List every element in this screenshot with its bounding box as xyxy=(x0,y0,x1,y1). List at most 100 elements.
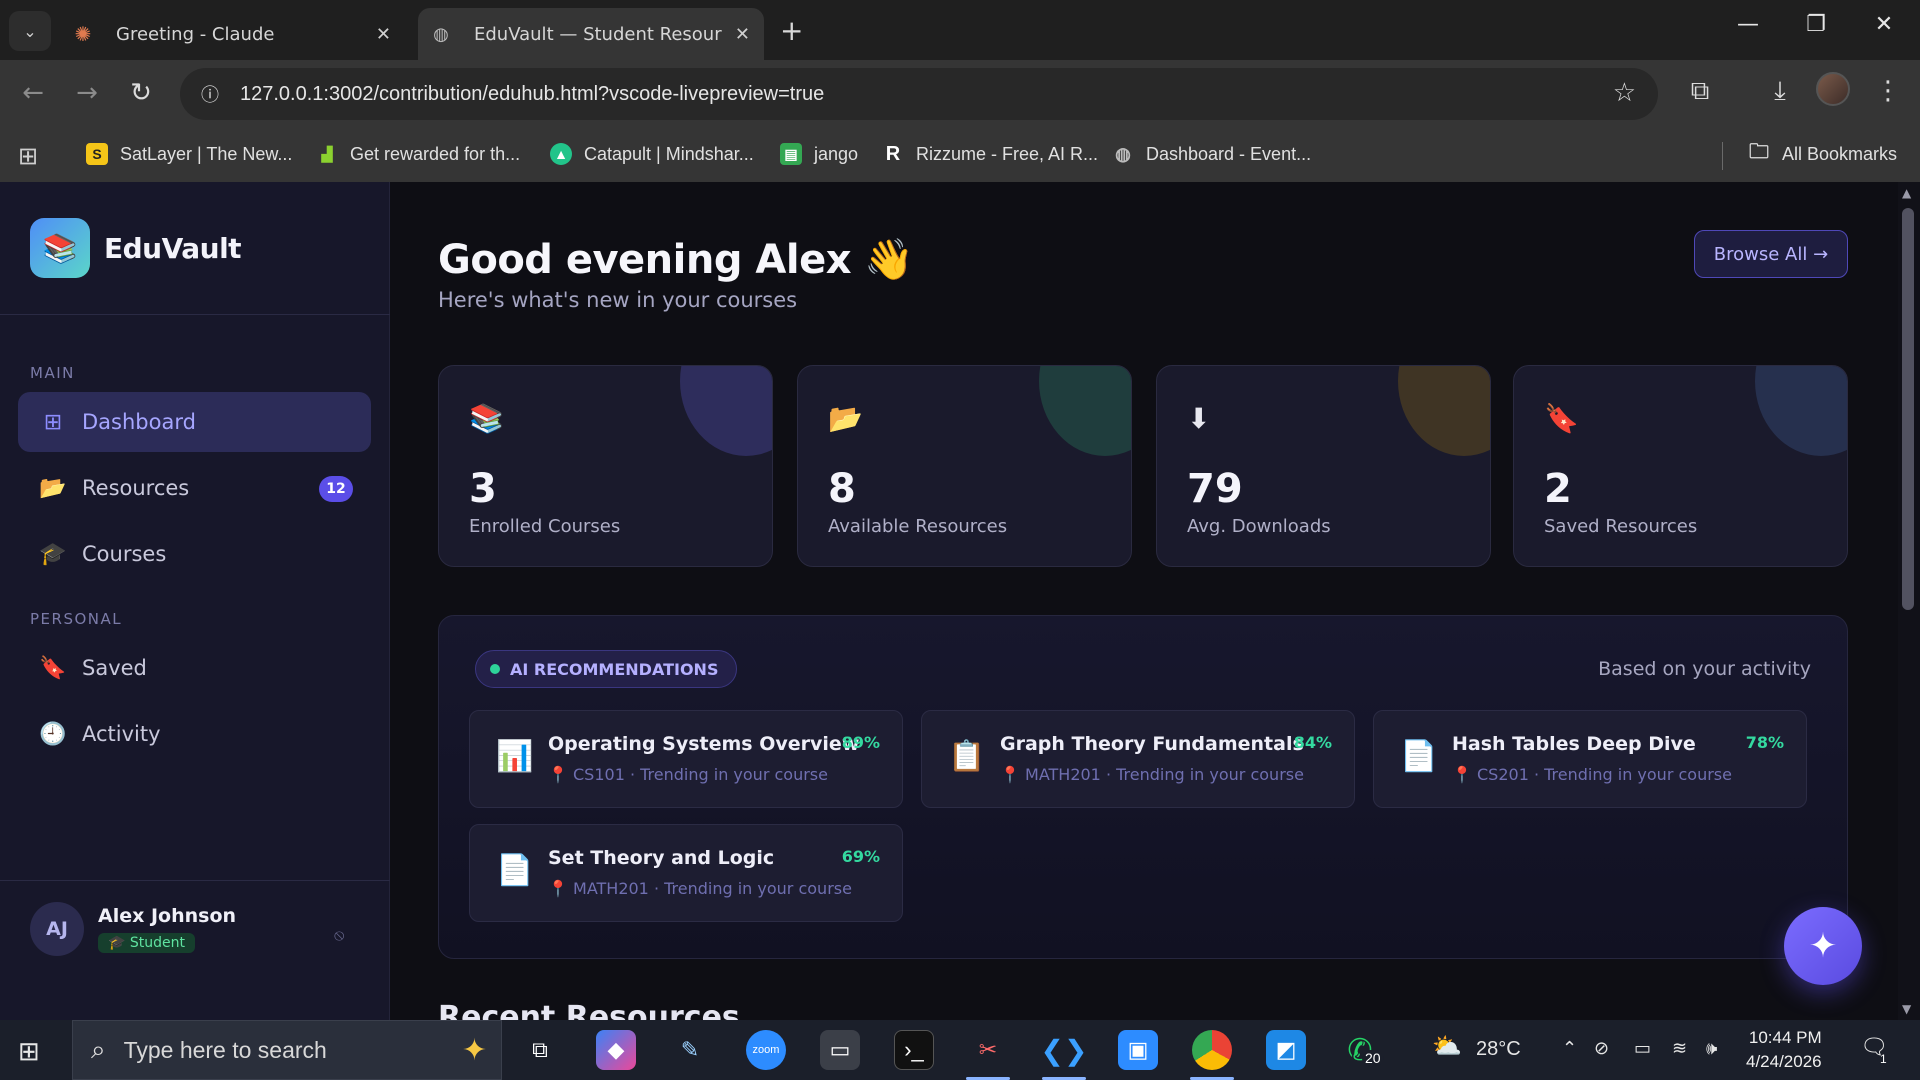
reload-icon[interactable]: ↻ xyxy=(124,78,158,108)
resources-count-badge: 12 xyxy=(319,476,353,502)
stat-card-saved[interactable]: 🔖 2 Saved Resources xyxy=(1513,365,1848,567)
stat-card-downloads[interactable]: ⬇ 79 Avg. Downloads xyxy=(1156,365,1491,567)
snipping-icon[interactable]: ✂ xyxy=(968,1030,1008,1070)
bookmark-rewarded[interactable]: ▟ Get rewarded for th... xyxy=(316,143,520,165)
restore-icon[interactable]: ❐ xyxy=(1798,12,1834,37)
bookmark-catapult[interactable]: ▲ Catapult | Mindshar... xyxy=(550,143,754,165)
forward-arrow-icon[interactable]: → xyxy=(70,78,104,108)
all-bookmarks-button[interactable]: 🗀 All Bookmarks xyxy=(1748,141,1898,165)
photos-icon[interactable]: ◩ xyxy=(1266,1030,1306,1070)
battery-icon[interactable]: ▭ xyxy=(1634,1038,1651,1059)
recommendation-card[interactable]: 📊 Operating Systems Overview 📍 CS101 · T… xyxy=(469,710,903,808)
logout-icon[interactable]: ⦸ xyxy=(334,925,344,945)
network-muted-icon[interactable]: ⊘ xyxy=(1594,1038,1609,1059)
site-info-icon[interactable]: ⓘ xyxy=(194,78,226,110)
zoom-icon[interactable]: zoom xyxy=(746,1030,786,1070)
ai-recommendations-pill: AI RECOMMENDATIONS xyxy=(475,650,738,688)
bookmark-jango[interactable]: ▤ jango xyxy=(780,143,858,165)
wifi-icon[interactable]: ≋ xyxy=(1672,1038,1687,1059)
weather-temp[interactable]: 28°C xyxy=(1476,1038,1521,1061)
recommendation-card[interactable]: 📄 Hash Tables Deep Dive 📍 CS201 · Trendi… xyxy=(1373,710,1807,808)
apps-grid-icon[interactable]: ⊞ xyxy=(18,142,38,171)
all-bookmarks-label: All Bookmarks xyxy=(1782,143,1898,164)
minimize-icon[interactable]: — xyxy=(1730,12,1766,37)
section-label-personal: PERSONAL xyxy=(30,610,123,628)
scroll-up-icon[interactable]: ▲ xyxy=(1902,186,1911,200)
chevron-down-icon: ⌄ xyxy=(23,21,37,41)
sidebar-item-dashboard[interactable]: ⊞ Dashboard xyxy=(18,392,371,452)
terminal-icon[interactable]: ›_ xyxy=(894,1030,934,1070)
tab-title: EduVault — Student Resource P xyxy=(474,23,722,45)
brand-name: EduVault xyxy=(104,231,242,265)
back-arrow-icon[interactable]: ← xyxy=(16,78,50,108)
ai-assistant-fab[interactable]: ✦ xyxy=(1784,907,1862,985)
recommendation-title: Set Theory and Logic xyxy=(548,847,775,869)
taskbar-clock[interactable]: 10:44 PM 4/24/2026 xyxy=(1746,1026,1822,1074)
url-text[interactable]: 127.0.0.1:3002/contribution/eduhub.html?… xyxy=(240,83,824,106)
whatsapp-unread-badge: 20 xyxy=(1362,1050,1384,1066)
stat-label: Available Resources xyxy=(828,516,1008,537)
zoom-meeting-icon[interactable]: ▣ xyxy=(1118,1030,1158,1070)
show-hidden-icons-icon[interactable]: ⌃ xyxy=(1562,1038,1577,1059)
sidebar-divider xyxy=(0,314,390,315)
more-menu-icon[interactable]: ⋮ xyxy=(1870,76,1906,106)
clock-icon: 🕘 xyxy=(39,721,67,747)
recommendation-card[interactable]: 📋 Graph Theory Fundamentals 📍 MATH201 · … xyxy=(921,710,1355,808)
file-explorer-icon[interactable]: ▭ xyxy=(820,1030,860,1070)
windows-start-icon[interactable]: ⊞ xyxy=(18,1036,40,1067)
stat-card-enrolled[interactable]: 📚 3 Enrolled Courses xyxy=(438,365,773,567)
tab-title: Greeting - Claude xyxy=(116,23,275,45)
bookmarks-bar: ⊞ S SatLayer | The New... ▟ Get rewarded… xyxy=(0,130,1920,182)
bookmark-label: Get rewarded for th... xyxy=(350,143,521,164)
sidebar-item-courses[interactable]: 🎓 Courses xyxy=(18,524,371,584)
address-bar[interactable]: ⓘ 127.0.0.1:3002/contribution/eduhub.htm… xyxy=(180,68,1658,120)
tab-search-button[interactable]: ⌄ xyxy=(9,11,51,51)
bookmark-satlayer[interactable]: S SatLayer | The New... xyxy=(86,143,292,165)
bookmark-label: Dashboard - Event... xyxy=(1146,143,1312,164)
weather-icon[interactable]: ⛅ xyxy=(1432,1032,1462,1061)
stat-card-resources[interactable]: 📂 8 Available Resources xyxy=(797,365,1132,567)
profile-avatar[interactable] xyxy=(1816,72,1850,106)
close-window-icon[interactable]: ✕ xyxy=(1866,12,1902,37)
chrome-icon[interactable] xyxy=(1192,1030,1232,1070)
bookmark-star-icon[interactable]: ☆ xyxy=(1613,78,1636,108)
user-meta: Alex Johnson 🎓 Student xyxy=(98,905,236,953)
claude-asterisk-icon: ✺ xyxy=(74,22,92,46)
recommendation-title: Hash Tables Deep Dive xyxy=(1452,733,1696,755)
browse-all-button[interactable]: Browse All → xyxy=(1694,230,1848,278)
task-view-icon[interactable]: ⧉ xyxy=(520,1030,560,1070)
user-name: Alex Johnson xyxy=(98,905,237,927)
download-arrow-icon: ⬇ xyxy=(1187,402,1211,435)
catapult-icon: ▲ xyxy=(550,143,572,165)
extensions-icon[interactable]: ⧉ xyxy=(1682,76,1718,107)
scrollbar-thumb[interactable] xyxy=(1902,208,1914,610)
notepad-icon[interactable]: ✎ xyxy=(670,1030,710,1070)
ai-pill-label: AI RECOMMENDATIONS xyxy=(510,659,719,679)
sidebar-item-resources[interactable]: 📂 Resources 12 xyxy=(18,458,371,518)
taskbar-search[interactable]: ⌕ Type here to search ✦ xyxy=(72,1020,502,1080)
user-card[interactable]: AJ Alex Johnson 🎓 Student xyxy=(30,902,236,956)
copilot-icon[interactable]: ◆ xyxy=(596,1030,636,1070)
sidebar-item-saved[interactable]: 🔖 Saved xyxy=(18,638,371,698)
sidebar-item-label: Saved xyxy=(82,656,147,680)
vscode-icon[interactable]: ❮❯ xyxy=(1041,1030,1088,1070)
new-tab-button[interactable]: + xyxy=(780,14,803,47)
sidebar-item-activity[interactable]: 🕘 Activity xyxy=(18,704,371,764)
tab-eduvault[interactable]: ◍ EduVault — Student Resource P ✕ xyxy=(418,8,764,60)
bookmark-rizzume[interactable]: R Rizzume - Free, AI R... xyxy=(882,143,1098,165)
satlayer-icon: S xyxy=(86,143,108,165)
match-percent: 89% xyxy=(841,733,880,752)
close-icon[interactable]: ✕ xyxy=(735,24,750,45)
close-icon[interactable]: ✕ xyxy=(376,24,391,45)
recommendation-card[interactable]: 📄 Set Theory and Logic 📍 MATH201 · Trend… xyxy=(469,824,903,922)
bookmarks-divider xyxy=(1722,142,1723,170)
bookmark-dashboard[interactable]: ◍ Dashboard - Event... xyxy=(1112,143,1311,165)
match-percent: 78% xyxy=(1745,733,1784,752)
bookmark-label: Catapult | Mindshar... xyxy=(584,143,754,164)
tab-claude[interactable]: ✺ Greeting - Claude ✕ xyxy=(60,8,405,60)
scroll-down-icon[interactable]: ▼ xyxy=(1902,1002,1911,1016)
stat-decoration xyxy=(1039,366,1131,456)
download-icon[interactable]: ⤓ xyxy=(1762,76,1798,107)
volume-icon[interactable]: 🕪 xyxy=(1706,1038,1717,1059)
brand[interactable]: 📚 EduVault xyxy=(30,218,242,278)
